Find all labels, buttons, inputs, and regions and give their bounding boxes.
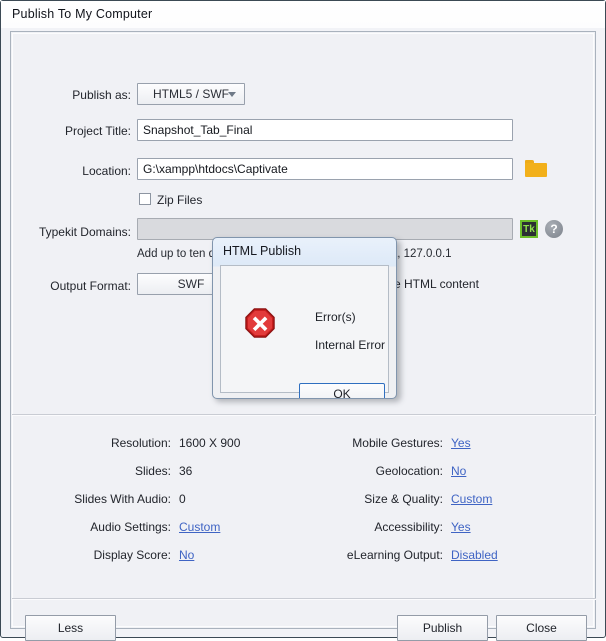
error-heading: Error(s) [315,310,356,324]
output-format-label: Output Format: [50,279,131,293]
summary-separator [12,414,596,416]
error-message: Internal Error [315,338,386,352]
close-button[interactable]: Close [496,615,587,641]
location-value: G:\xampp\htdocs\Captivate [143,162,288,176]
summary-label-elearning-output: eLearning Output: [346,548,443,562]
location-label: Location: [82,164,131,178]
summary-value-resolution: 1600 X 900 [179,436,241,450]
help-icon[interactable]: ? [545,220,563,238]
summary-label-size-quality: Size & Quality: [364,492,443,506]
publish-as-value: HTML5 / SWF [152,87,229,101]
footer-separator [12,598,596,600]
publish-as-label: Publish as: [72,88,131,102]
summary-label-mobile-gestures: Mobile Gestures: [352,436,443,450]
summary-link-mobile-gestures[interactable]: Yes [451,436,471,450]
summary-link-size-quality[interactable]: Custom [451,492,492,506]
project-title-label: Project Title: [64,124,131,138]
project-title-value: Snapshot_Tab_Final [143,123,253,137]
zip-files-checkbox[interactable] [139,193,151,205]
summary-label-audio-settings: Audio Settings: [90,520,171,534]
zip-files-label: Zip Files [157,193,203,207]
modal-body: Error(s) Internal Error OK [220,265,389,398]
summary-link-elearning-output[interactable]: Disabled [451,548,498,562]
less-button[interactable]: Less [25,615,116,641]
summary-link-audio-settings[interactable]: Custom [179,520,220,534]
output-format-value: SWF [177,277,205,291]
location-input[interactable]: G:\xampp\htdocs\Captivate [137,158,513,180]
project-title-input[interactable]: Snapshot_Tab_Final [137,119,513,141]
summary-label-resolution: Resolution: [110,436,171,450]
summary-link-accessibility[interactable]: Yes [451,520,471,534]
summary-label-slides-with-audio: Slides With Audio: [74,492,171,506]
summary-value-slides: 36 [179,464,193,478]
chevron-down-icon [228,92,236,97]
typekit-icon[interactable]: Tk [520,220,538,238]
error-octagon-icon [245,308,275,338]
summary-label-display-score: Display Score: [93,548,171,562]
publish-as-select[interactable]: HTML5 / SWF [137,83,245,105]
window-titlebar: Publish To My Computer [1,1,605,28]
summary-link-geolocation[interactable]: No [451,464,466,478]
summary-label-accessibility: Accessibility: [374,520,443,534]
publish-button[interactable]: Publish [397,615,488,641]
modal-title: HTML Publish [223,244,302,258]
window-title: Publish To My Computer [12,7,153,21]
summary-value-slides-with-audio: 0 [179,492,186,506]
folder-icon-body [525,163,547,177]
summary-label-slides: Slides: [134,464,171,478]
scalable-html-label: e HTML content [394,277,479,291]
folder-icon[interactable] [525,160,547,177]
publish-dialog-window: Publish To My Computer Publish as: HTML5… [0,0,606,641]
html-publish-error-dialog: HTML Publish Error(s) Internal Error OK [212,237,397,399]
summary-link-display-score[interactable]: No [179,548,194,562]
ok-button[interactable]: OK [299,383,385,398]
summary-label-geolocation: Geolocation: [375,464,443,478]
typekit-domains-label: Typekit Domains: [38,225,131,239]
